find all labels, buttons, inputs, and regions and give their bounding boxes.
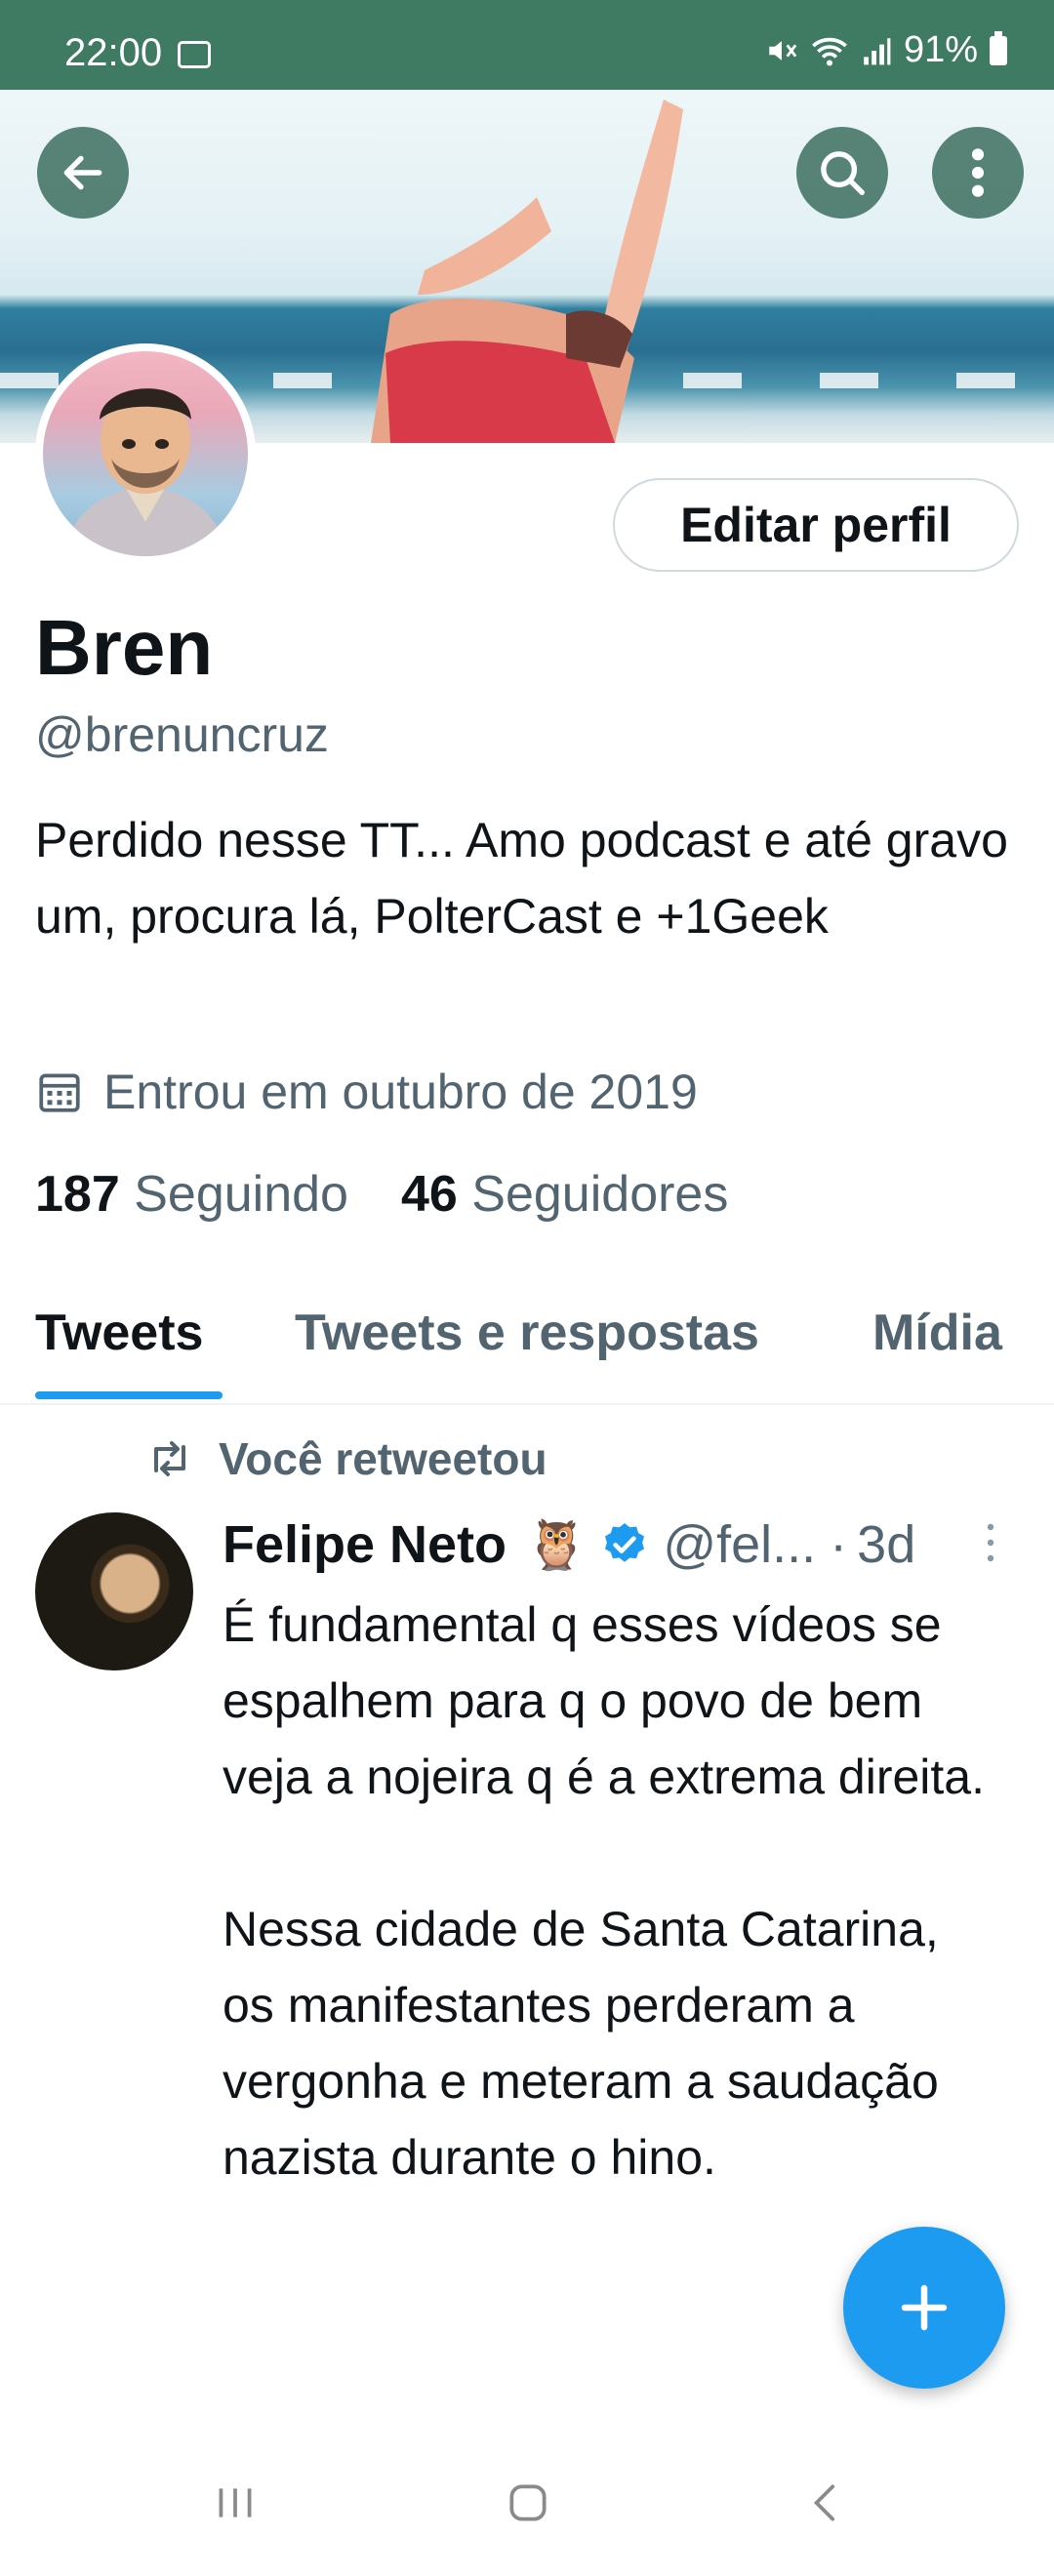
tab-media[interactable]: Mídia (872, 1304, 1002, 1362)
verified-badge-icon (605, 1523, 645, 1562)
status-time: 22:00 (64, 31, 163, 74)
wifi-icon (812, 37, 847, 65)
battery-icon (990, 30, 1007, 65)
back-arrow-icon (63, 155, 102, 190)
tweet-time[interactable]: 3d (857, 1514, 915, 1575)
plus-icon (901, 2284, 948, 2331)
more-vertical-icon (971, 148, 985, 197)
join-date: Entrou em outubro de 2019 (35, 1064, 698, 1120)
tweet-more-icon[interactable] (986, 1522, 995, 1563)
author-emoji: 🦉 (526, 1516, 588, 1572)
calendar-icon (39, 1073, 80, 1112)
more-options-button[interactable] (932, 127, 1024, 219)
system-nav-bar (0, 2439, 1054, 2576)
tweet-text[interactable]: É fundamental q esses vídeos se espalhem… (223, 1587, 1003, 2195)
retweet-label: Você retweetou (219, 1433, 547, 1484)
following-count: 187 (35, 1166, 120, 1223)
following-label: Seguindo (134, 1166, 348, 1223)
status-bar: 22:00 91% (0, 0, 1054, 90)
mute-icon (769, 40, 797, 60)
profile-avatar[interactable] (35, 343, 256, 564)
search-icon (821, 151, 865, 195)
tweet-author-avatar[interactable] (35, 1512, 193, 1670)
recent-apps-icon[interactable] (211, 2478, 260, 2527)
followers-link[interactable]: 46 Seguidores (401, 1165, 728, 1224)
search-button[interactable] (796, 127, 888, 219)
profile-name: Bren (35, 604, 214, 691)
banner-photo-legs (371, 100, 683, 443)
home-icon[interactable] (504, 2478, 552, 2527)
compose-tweet-button[interactable] (843, 2227, 1005, 2389)
tab-tweets-and-replies[interactable]: Tweets e respostas (295, 1304, 759, 1362)
back-button[interactable] (37, 127, 129, 219)
tab-tweets[interactable]: Tweets (35, 1304, 203, 1362)
tweet-author-username: @fel... (663, 1515, 817, 1574)
retweet-icon (154, 1441, 185, 1476)
followers-count: 46 (400, 1166, 458, 1223)
retweet-indicator: Você retweetou (146, 1432, 547, 1485)
followers-label: Seguidores (471, 1166, 729, 1223)
edit-profile-button[interactable]: Editar perfil (613, 478, 1019, 572)
tweet-header: Felipe Neto 🦉 @fel... · 3d (223, 1514, 1013, 1575)
battery-text: 91% (903, 29, 978, 70)
signal-icon (864, 37, 891, 64)
tweet-author-name[interactable]: Felipe Neto (223, 1514, 507, 1575)
join-date-text: Entrou em outubro de 2019 (103, 1065, 698, 1119)
avatar-illustration (62, 388, 228, 556)
status-icons: 91% (765, 29, 1007, 71)
nav-back-icon[interactable] (802, 2478, 851, 2527)
tweet-separator: · (830, 1515, 848, 1574)
follow-stats: 187 Seguindo 46 Seguidores (35, 1165, 728, 1224)
active-tab-indicator (35, 1391, 223, 1399)
profile-tabs: Tweets Tweets e respostas Mídia (0, 1259, 1054, 1405)
profile-bio: Perdido nesse TT... Amo podcast e até gr… (35, 813, 1008, 944)
profile-handle: @brenuncruz (35, 707, 329, 762)
notification-icon (178, 41, 211, 68)
following-link[interactable]: 187 Seguindo (35, 1165, 348, 1224)
